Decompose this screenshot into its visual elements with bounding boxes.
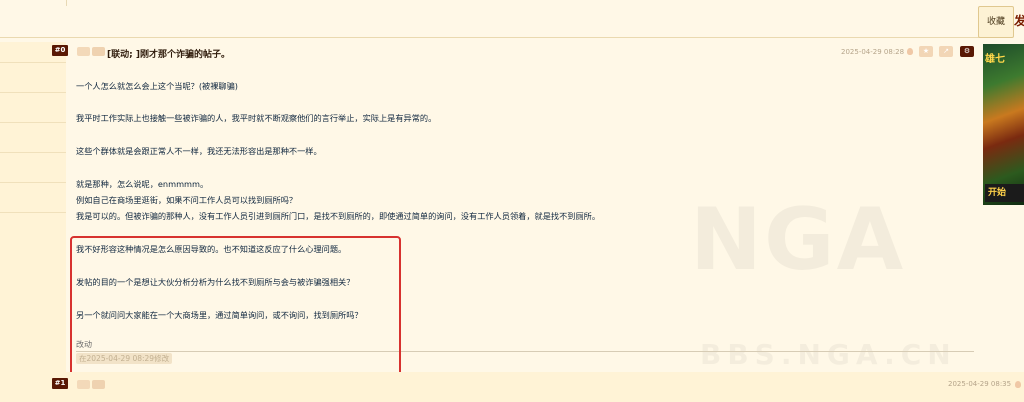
downvote-icon[interactable] [92, 47, 105, 56]
gear-icon[interactable]: ⚙ [960, 46, 974, 57]
top-left-tab [0, 0, 67, 6]
star-icon[interactable]: ★ [919, 46, 933, 57]
share-icon[interactable]: ↗ [939, 46, 953, 57]
nga-watermark: NGA [690, 190, 905, 290]
ad-logo: 雄七 [985, 54, 1005, 65]
post-paragraph: 我平时工作实际上也接触一些被诈骗的人，我平时就不断观察他们的言行举止，实际上是有… [76, 113, 437, 123]
upvote-icon[interactable] [77, 47, 90, 56]
post-paragraph: 我是可以的。但被诈骗的那种人，没有工作人员引进到厕所门口，是找不到厕所的，即使通… [76, 211, 601, 221]
upvote-icon[interactable] [77, 380, 90, 389]
user-col-divider [0, 182, 66, 183]
post-timestamp: 2025-04-29 08:35 [948, 380, 1012, 388]
flower-icon[interactable] [1015, 381, 1021, 388]
ad-start-button[interactable]: 开始 [985, 184, 1024, 202]
user-col-divider [0, 62, 66, 63]
highlight-annotation-box [70, 236, 401, 376]
post-paragraph: 例如自己在商场里逛街，如果不问工作人员可以找到厕所吗？ [76, 195, 298, 205]
user-col-divider [0, 212, 66, 213]
user-col-divider [0, 92, 66, 93]
user-col-divider [0, 152, 66, 153]
user-info-column [0, 42, 66, 372]
user-col-divider [0, 122, 66, 123]
favorite-button[interactable]: 收藏 [978, 6, 1014, 38]
game-ad-banner[interactable]: 雄七 开始 [983, 44, 1024, 205]
flower-icon[interactable] [907, 48, 913, 55]
top-toolbar [0, 0, 1024, 42]
floor-badge[interactable]: #1 [52, 378, 68, 389]
post-paragraph: 这些个群体就是会跟正常人不一样，我还无法形容出是那种不一样。 [76, 146, 322, 156]
post-paragraph: 就是那种，怎么说呢，enmmmm。 [76, 179, 209, 189]
floor-badge[interactable]: #0 [52, 45, 68, 56]
reply-button[interactable]: 发 [1014, 6, 1024, 36]
post-title: [联动; ]刚才那个诈骗的帖子。 [107, 50, 230, 60]
downvote-icon[interactable] [92, 380, 105, 389]
post-paragraph: 一个人怎么就怎么会上这个当呢？(被裸聊骗) [76, 81, 238, 91]
next-post-row [0, 372, 1024, 402]
nga-watermark-url: BBS.NGA.CN [700, 338, 957, 371]
toolbar-divider [0, 37, 980, 38]
post-timestamp: 2025-04-29 08:28 [841, 48, 905, 56]
